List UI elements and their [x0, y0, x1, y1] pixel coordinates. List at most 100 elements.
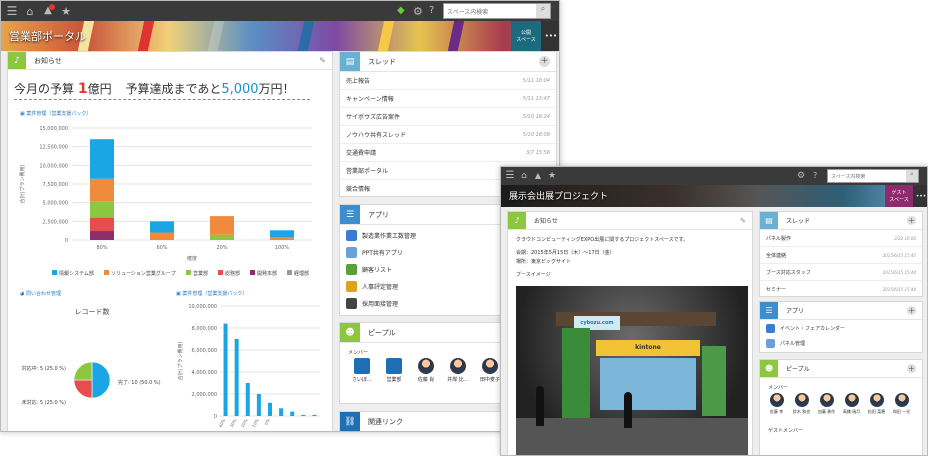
y-tick-label: 2,500,000 [43, 219, 68, 225]
member[interactable]: 加藤 勇作 [814, 393, 839, 415]
notice-bell-icon: ♪ [508, 212, 526, 229]
x-tick-label: 20% [240, 418, 249, 428]
people-panel-2: ☻ ピープル + メンバー 佐藤 幸 鈴木 和也 加藤 勇作 高橋 瑞月 松田 菜穂 和田… [759, 359, 923, 455]
add-thread-button[interactable]: + [907, 216, 916, 225]
member-name: 佐藤 肖 [417, 377, 435, 383]
apps-title: アプリ [786, 308, 805, 315]
thread-title: スレッド [368, 57, 396, 66]
menu-icon[interactable]: ☰ [3, 5, 21, 17]
member[interactable]: さいぼ… [346, 358, 378, 383]
app-item[interactable]: パネル管理 [766, 336, 916, 351]
notice-line: 会期：2015年5月15日（木）〜17日（金） [516, 250, 615, 256]
star-icon[interactable]: ★ [545, 171, 559, 181]
avatar [354, 358, 370, 374]
thread-item[interactable]: キャンペーン情報 5/11 13:47 [340, 90, 556, 108]
public-space-badge: 公開 スペース [511, 21, 541, 51]
bar-chart: 0 2,000,000 4,000,000 6,000,000 8,000,000 10,… [177, 304, 320, 428]
more-menu-button[interactable]: ••• [541, 21, 559, 51]
gear-icon[interactable]: ⚙ [413, 6, 423, 17]
star-icon[interactable]: ★ [57, 6, 75, 17]
beginner-icon[interactable]: ◆ [397, 6, 405, 16]
app-icon [346, 264, 357, 275]
member[interactable]: 松田 菜穂 [864, 393, 889, 415]
thread-name: 全体連絡 [766, 252, 787, 259]
people-icon: ☻ [340, 323, 360, 342]
y-tick-label: 0 [214, 414, 217, 420]
project-window: ☰ ⌂ ▲ ★ ⚙ ? スペース内検索 ⌕ 展示会出展プロジェクト ゲスト スペ… [500, 166, 928, 456]
legend-swatch [287, 270, 292, 275]
member[interactable]: 鈴木 和也 [789, 393, 814, 415]
app-name: 顧客リスト [362, 267, 393, 274]
bar [279, 408, 284, 416]
y-tick-label: 15,000,000 [39, 126, 68, 132]
y-axis-label: 合計(プラン費用) [19, 165, 26, 204]
legend-label: ソリューション営業グループ [111, 270, 176, 277]
y-tick-label: 0 [65, 238, 68, 244]
thread-item[interactable]: 全体連絡 2015/6/15 15:45 [760, 247, 922, 264]
notice-line: ブースイメージ [516, 272, 551, 278]
bar [223, 323, 228, 416]
member-name: 高橋 瑞月 [842, 409, 861, 414]
search-icon[interactable]: ⌕ [906, 170, 918, 182]
member[interactable]: 和田 一光 [889, 393, 914, 415]
thread-item[interactable]: パネル製作 2/22 16:00 [760, 230, 922, 247]
thread-item[interactable]: サイボウズ広告案件 5/10 18:24 [340, 108, 556, 126]
menu-icon[interactable]: ☰ [503, 171, 517, 181]
bar [312, 414, 317, 416]
add-thread-button[interactable]: + [539, 56, 550, 67]
thread-name: セミナー [766, 286, 787, 293]
x-tick-label: 30% [229, 418, 238, 428]
bell-icon[interactable]: ▲ [531, 172, 545, 180]
thread-item[interactable]: ブース対応スタッフ 2015/6/15 15:44 [760, 264, 922, 281]
thread-item[interactable]: ノウハウ共有スレッド 5/10 18:08 [340, 126, 556, 144]
portal-window: ☰ ⌂ ▲ ★ ◆ ⚙ ? スペース内検索 ⌕ 営業部ポータル 公開 スペース … [0, 0, 560, 432]
search-icon[interactable]: ⌕ [536, 4, 550, 18]
search-input[interactable]: スペース内検索 ⌕ [443, 3, 551, 19]
thread-name: サイボウズ広告案件 [346, 114, 401, 121]
edit-icon[interactable]: ✎ [319, 56, 326, 65]
chart2-link[interactable]: ◕ 問い合わせ管理 [20, 290, 61, 297]
pie-title: レコード数 [75, 307, 110, 316]
avatar [450, 358, 466, 374]
search-input[interactable]: スペース内検索 ⌕ [827, 169, 919, 183]
bell-icon[interactable]: ▲ [39, 4, 57, 16]
member[interactable]: 高橋 瑞月 [839, 393, 864, 415]
chart1-link[interactable]: ▣ 案件管理（営業支援パック） [20, 110, 91, 117]
thread-item[interactable]: 交通費申請 3/7 15:56 [340, 144, 556, 162]
thread-icon: ▤ [760, 212, 778, 229]
avatar [769, 393, 784, 407]
thread-item[interactable]: 売上報告 5/11 18:04 [340, 72, 556, 90]
pie-slice [73, 361, 93, 381]
notice-line: 場所：東京ビッグサイト [516, 259, 572, 265]
legend-swatch [250, 270, 255, 275]
avatar [386, 358, 402, 374]
help-icon[interactable]: ? [813, 172, 817, 180]
more-menu-button[interactable]: ••• [913, 185, 927, 207]
home-icon[interactable]: ⌂ [21, 6, 39, 17]
add-app-button[interactable]: + [907, 306, 916, 315]
member-name: 営業部 [386, 377, 402, 383]
gear-icon[interactable]: ⚙ [797, 171, 805, 181]
space-title: 営業部ポータル [9, 30, 86, 43]
booth-image: cybozu.com kintone [516, 286, 748, 455]
thread-name: 交通費申請 [346, 150, 377, 157]
member[interactable]: 佐藤 幸 [764, 393, 789, 415]
edit-icon[interactable]: ✎ [740, 217, 746, 225]
legend-label: 情報システム部 [59, 270, 94, 277]
bar [245, 383, 250, 416]
member[interactable]: 井岸 比… [442, 358, 474, 383]
help-icon[interactable]: ? [429, 6, 434, 16]
legend-label: 総務部 [225, 270, 240, 277]
legend-swatch [104, 270, 109, 275]
home-icon[interactable]: ⌂ [517, 171, 531, 181]
chart3-link[interactable]: ▣ 案件管理（営業支援パック） [176, 290, 247, 297]
add-people-button[interactable]: + [907, 364, 916, 373]
y-tick-label: 12,500,000 [39, 145, 68, 151]
member[interactable]: 営業部 [378, 358, 410, 383]
app-item[interactable]: イベント・フェアカレンダー [766, 321, 916, 336]
bar-segment [210, 234, 234, 240]
member[interactable]: 佐藤 肖 [410, 358, 442, 383]
thread-item[interactable]: セミナー 2015/6/15 15:44 [760, 281, 922, 298]
thread-time: 2015/6/15 15:44 [882, 269, 916, 275]
pie-label: 対応中: 5 (25.0 %) [22, 365, 66, 372]
